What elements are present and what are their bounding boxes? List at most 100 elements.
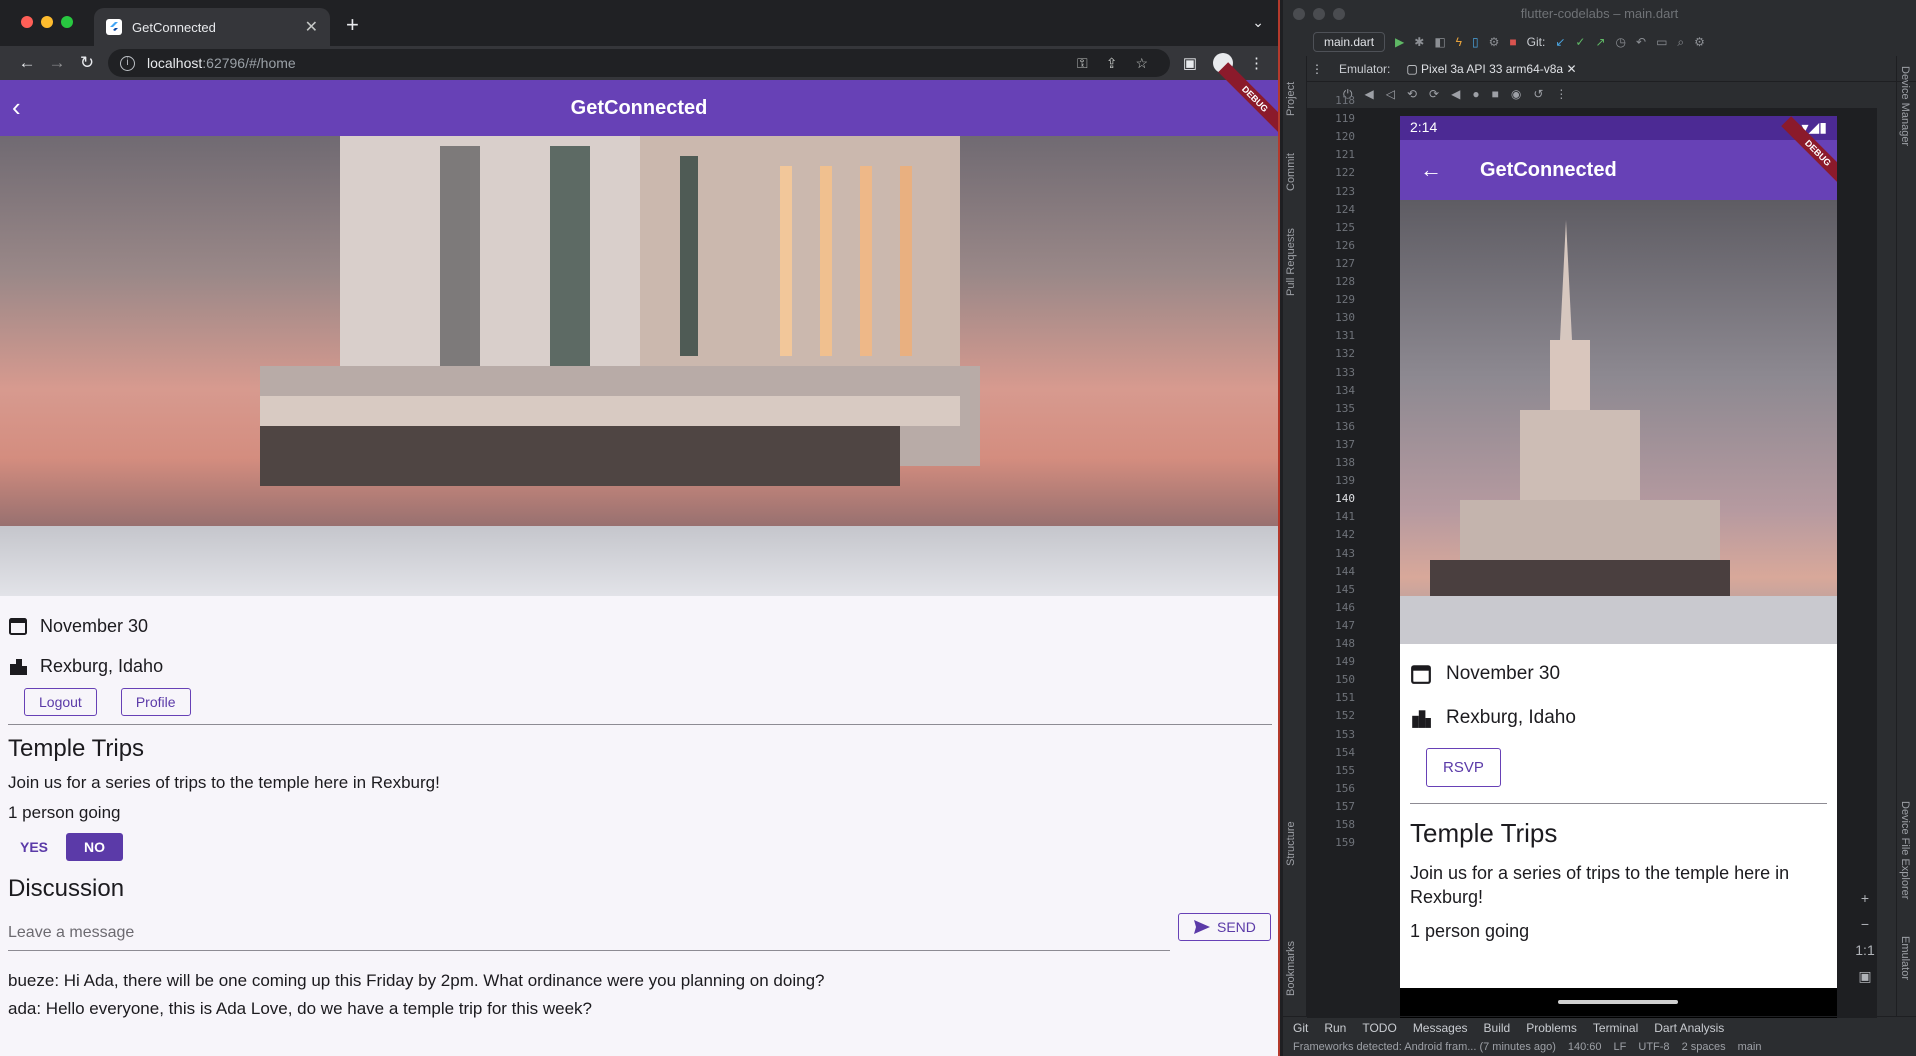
debug-icon[interactable]: ✱ (1414, 35, 1424, 49)
phone-back-icon[interactable]: ← (1420, 157, 1442, 183)
attendee-count: 1 person going (8, 803, 121, 822)
search-icon[interactable]: ⌕ (1677, 35, 1684, 50)
line-number: 136 (1335, 419, 1355, 433)
emulator-tool-tab[interactable]: Emulator (1899, 936, 1911, 980)
phone-date-row: November 30 (1410, 652, 1827, 696)
build-tool-tab[interactable]: Build (1484, 1021, 1511, 1035)
more-menu-icon[interactable]: ⋮ (1249, 54, 1264, 72)
rollback-icon[interactable]: ↶ (1636, 35, 1646, 49)
side-panel-icon[interactable]: ▣ (1183, 54, 1197, 72)
temple-hero-image (0, 136, 1278, 596)
message-input[interactable]: Leave a message (8, 914, 1170, 951)
browser-tab[interactable]: GetConnected ✕ (94, 8, 330, 46)
location-row: Rexburg, Idaho (8, 646, 1270, 686)
snow-ground (0, 526, 1278, 596)
emulator-options-icon[interactable]: ⋮ (1311, 62, 1323, 76)
volume-up-icon[interactable]: ◀ (1365, 87, 1374, 101)
device-file-explorer-tool-tab[interactable]: Device File Explorer (1899, 801, 1911, 899)
line-separator[interactable]: LF (1614, 1041, 1627, 1053)
rotate-left-icon[interactable]: ⟲ (1407, 87, 1417, 101)
rotate-right-icon[interactable]: ⟳ (1429, 87, 1439, 101)
screenshot-icon[interactable]: ◉ (1511, 87, 1521, 101)
settings-icon[interactable]: ⚙ (1694, 35, 1705, 49)
tab-search-icon[interactable]: ⌄ (1252, 14, 1264, 31)
git-update-icon[interactable]: ↙ (1555, 35, 1565, 49)
phone-temple-image (1400, 200, 1837, 644)
more-icon[interactable]: ⋮ (1555, 87, 1567, 101)
attach-icon[interactable]: ◧ (1434, 35, 1445, 49)
commit-tool-tab[interactable]: Commit (1285, 153, 1297, 191)
send-button[interactable]: SEND (1178, 913, 1271, 941)
device-manager-tool-tab[interactable]: Device Manager (1899, 66, 1911, 146)
line-number: 134 (1335, 383, 1355, 397)
key-icon[interactable]: ⚿ (1077, 55, 1088, 72)
device-icon[interactable]: ▭ (1656, 35, 1667, 49)
android-overview-icon[interactable]: ■ (1492, 87, 1499, 101)
zoom-out-icon[interactable]: − (1861, 916, 1869, 932)
rsvp-toggle: YES NO (8, 833, 1270, 861)
zoom-fit-icon[interactable]: ▣ (1858, 968, 1871, 985)
run-tool-tab[interactable]: Run (1324, 1021, 1346, 1035)
cursor-position[interactable]: 140:60 (1568, 1041, 1602, 1053)
address-bar[interactable]: i localhost:62796/#/home (108, 49, 1170, 77)
run-config-dropdown[interactable]: main.dart (1313, 32, 1386, 52)
volume-down-icon[interactable]: ◁ (1386, 87, 1395, 101)
share-icon[interactable]: ⇪ (1106, 55, 1118, 72)
logout-button[interactable]: Logout (24, 688, 97, 716)
back-icon[interactable]: ← (12, 53, 42, 73)
inspector-icon[interactable]: ⚙ (1489, 35, 1500, 49)
git-commit-icon[interactable]: ✓ (1575, 35, 1585, 49)
git-history-icon[interactable]: ◷ (1616, 35, 1626, 49)
android-home-icon[interactable]: ● (1472, 87, 1479, 101)
minimize-window-button[interactable] (41, 16, 53, 28)
close-window-button[interactable] (21, 16, 33, 28)
minimize-window-button[interactable] (1313, 8, 1325, 20)
git-tool-tab[interactable]: Git (1293, 1021, 1308, 1035)
home-gesture-pill[interactable] (1558, 1000, 1678, 1004)
close-tab-icon[interactable]: ✕ (305, 17, 318, 37)
indent-setting[interactable]: 2 spaces (1682, 1041, 1726, 1053)
line-number: 125 (1335, 220, 1355, 234)
forward-icon[interactable]: → (42, 53, 72, 73)
run-icon[interactable]: ▶ (1395, 35, 1404, 49)
yes-button[interactable]: YES (8, 833, 60, 861)
line-number: 156 (1335, 781, 1355, 795)
problems-tool-tab[interactable]: Problems (1526, 1021, 1577, 1035)
line-number: 123 (1335, 184, 1355, 198)
zoom-window-button[interactable] (61, 16, 73, 28)
stop-icon[interactable]: ■ (1509, 35, 1516, 49)
project-tool-tab[interactable]: Project (1285, 82, 1297, 116)
reload-icon[interactable]: ↻ (72, 53, 102, 73)
new-tab-icon[interactable]: + (346, 12, 359, 38)
todo-tool-tab[interactable]: TODO (1362, 1021, 1396, 1035)
zoom-actual-size[interactable]: 1:1 (1855, 942, 1874, 958)
dart-analysis-tool-tab[interactable]: Dart Analysis (1654, 1021, 1724, 1035)
line-number: 135 (1335, 401, 1355, 415)
status-message: Frameworks detected: Android fram... (7 … (1293, 1041, 1556, 1053)
close-window-button[interactable] (1293, 8, 1305, 20)
git-push-icon[interactable]: ↗ (1595, 35, 1605, 49)
line-number: 144 (1335, 564, 1355, 578)
structure-tool-tab[interactable]: Structure (1285, 821, 1297, 866)
app-back-icon[interactable]: ‹ (12, 94, 21, 120)
device-tab[interactable]: ▢ Pixel 3a API 33 arm64-v8a ✕ (1406, 62, 1576, 76)
no-button[interactable]: NO (66, 833, 124, 861)
hot-reload-icon[interactable]: ϟ (1456, 35, 1462, 49)
phone-app-bar: ← GetConnected DEBUG (1400, 116, 1837, 200)
snapshot-icon[interactable]: ↺ (1533, 87, 1543, 101)
android-back-icon[interactable]: ◀ (1451, 87, 1460, 101)
zoom-window-button[interactable] (1333, 8, 1345, 20)
line-number: 141 (1335, 510, 1355, 524)
bookmarks-tool-tab[interactable]: Bookmarks (1285, 941, 1297, 996)
bookmark-star-icon[interactable]: ☆ (1135, 55, 1148, 72)
pull-requests-tool-tab[interactable]: Pull Requests (1285, 228, 1297, 296)
hot-restart-icon[interactable]: ▯ (1472, 35, 1479, 49)
site-info-icon[interactable]: i (120, 55, 135, 71)
messages-tool-tab[interactable]: Messages (1413, 1021, 1468, 1035)
terminal-tool-tab[interactable]: Terminal (1593, 1021, 1638, 1035)
profile-button[interactable]: Profile (120, 688, 191, 716)
zoom-in-icon[interactable]: + (1861, 890, 1869, 906)
git-branch[interactable]: main (1738, 1041, 1762, 1053)
file-encoding[interactable]: UTF-8 (1638, 1041, 1669, 1053)
rsvp-button[interactable]: RSVP (1426, 748, 1501, 787)
